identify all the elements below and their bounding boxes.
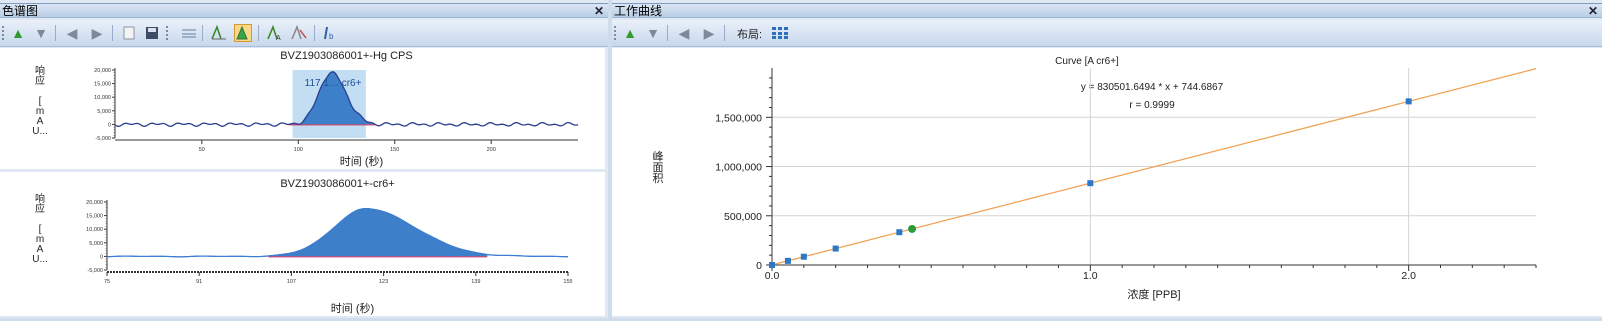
arrow-left-icon[interactable]: ◀: [63, 24, 81, 42]
toolbar-separator: [55, 25, 56, 41]
y-tick-label: 1,500,000: [715, 112, 762, 124]
arrow-right-icon[interactable]: ▶: [88, 24, 106, 42]
y-axis-label: 积: [653, 172, 664, 185]
x-tick-label: 200: [487, 147, 496, 153]
regression-equation: y = 830501.6494 * x + 744.6867: [1081, 82, 1224, 93]
cr6-chromatogram-plot[interactable]: BVZ1903086001+-cr6+响应[mAU...20,00015,000…: [0, 172, 605, 316]
working-curve-toolbar: ▲ ▼ ◀ ▶ 布局:: [612, 20, 1602, 47]
toolbar-separator: [202, 25, 203, 41]
y-tick-label: 5,000: [89, 241, 103, 247]
x-tick-label: 123: [379, 279, 388, 285]
toolbar-grip: [614, 26, 618, 40]
working-curve-titlebar: 工作曲线 ✕: [612, 3, 1602, 18]
y-axis-label: 应: [35, 202, 45, 215]
toolbar-separator: [112, 25, 113, 41]
toolbar-grip: [166, 26, 170, 40]
chromatogram-close-button[interactable]: ✕: [594, 4, 604, 19]
x-tick-label: 50: [199, 147, 205, 153]
arrow-down-icon[interactable]: ▼: [32, 24, 50, 42]
arrow-right-icon[interactable]: ▶: [700, 24, 718, 42]
working-curve-plot[interactable]: Curve [A cr6+] y = 830501.6494 * x + 744.…: [612, 48, 1602, 316]
x-axis-label: 时间 (秒): [340, 154, 383, 168]
standard-point: [769, 262, 775, 268]
y-tick-label: 10,000: [94, 95, 111, 101]
x-tick-label: 107: [287, 279, 296, 285]
x-tick-label: 1.0: [1083, 270, 1098, 282]
y-tick-label: -5,000: [87, 268, 103, 274]
chart-title: Curve [A cr6+]: [1055, 56, 1119, 67]
align-icon[interactable]: [180, 24, 198, 42]
working-curve-panel-title: 工作曲线: [614, 4, 663, 18]
x-tick-label: 75: [104, 279, 110, 285]
toolbar-grip: [2, 26, 6, 40]
x-tick-label: 150: [390, 147, 399, 153]
toolbar-separator: [258, 25, 259, 41]
chromatogram-toolbar: ▲ ▼ ◀ ▶ A b: [0, 20, 608, 47]
peak-label: 117.1… cr6+: [305, 78, 362, 89]
y-axis-label: U...: [32, 254, 48, 265]
arrow-left-icon[interactable]: ◀: [675, 24, 693, 42]
y-tick-label: 15,000: [86, 214, 103, 220]
peak-label-icon[interactable]: b: [322, 24, 340, 42]
new-page-icon[interactable]: [120, 24, 138, 42]
layout-grid-icon[interactable]: [771, 24, 789, 42]
layout-label: 布局:: [737, 29, 763, 41]
peak-integrate-icon[interactable]: [210, 24, 228, 42]
y-tick-label: 0: [756, 260, 762, 272]
save-icon[interactable]: [143, 24, 161, 42]
y-tick-label: 0: [100, 254, 103, 260]
x-tick-label: 0.0: [765, 270, 780, 282]
y-axis-label: U...: [32, 126, 48, 137]
chromatogram-title: BVZ1903086001+-cr6+: [280, 178, 394, 190]
standard-point: [1405, 98, 1412, 105]
hg-chromatogram-plot[interactable]: BVZ1903086001+-Hg CPS响应[mAU...20,00015,0…: [0, 48, 605, 169]
chromatogram-panel: 色谱图 ✕ ▲ ▼ ◀ ▶ A b BVZ1903086001+-Hg CPS …: [0, 0, 608, 318]
toolbar-separator: [667, 25, 668, 41]
peak-delete-icon[interactable]: [290, 24, 308, 42]
x-tick-label: 100: [294, 147, 303, 153]
peak-add-icon[interactable]: A: [266, 24, 284, 42]
chromatogram-panel-title: 色谱图: [2, 4, 39, 18]
x-tick-label: 91: [196, 279, 202, 285]
cr6-chromatogram: BVZ1903086001+-cr6+ 响应[m A U... 20,000 15,000…: [0, 172, 605, 316]
x-tick-label: 139: [471, 279, 480, 285]
working-curve-chart: Curve [A cr6+] y = 830501.6494 * x + 744.…: [612, 48, 1602, 316]
y-tick-label: 10,000: [86, 227, 103, 233]
arrow-up-icon[interactable]: ▲: [9, 24, 27, 42]
chromatogram-titlebar: 色谱图 ✕: [0, 3, 608, 18]
standard-point: [832, 245, 839, 252]
y-tick-label: 5,000: [97, 109, 111, 115]
working-curve-close-button[interactable]: ✕: [1588, 4, 1598, 19]
y-tick-label: 20,000: [94, 68, 111, 74]
y-axis-label: 应: [35, 74, 45, 87]
y-tick-label: 15,000: [94, 82, 111, 88]
y-tick-label: 0: [108, 122, 111, 128]
chromatogram-title: BVZ1903086001+-Hg CPS: [280, 50, 412, 62]
peak-area: [268, 208, 488, 257]
y-tick-label: -5,000: [95, 136, 111, 142]
standard-point: [1087, 180, 1094, 187]
toolbar-separator: [314, 25, 315, 41]
sample-point: [908, 224, 917, 233]
toolbar-separator: [724, 25, 725, 41]
hg-chromatogram: BVZ1903086001+-Hg CPS 响应[m A U... 20,000 15,0…: [0, 48, 605, 169]
standard-point: [784, 257, 791, 264]
standard-point: [896, 229, 903, 236]
x-axis-label: 时间 (秒): [331, 301, 374, 315]
y-tick-label: 500,000: [724, 211, 762, 223]
y-tick-label: 20,000: [86, 200, 103, 206]
y-tick-label: 1,000,000: [715, 162, 762, 174]
correlation-coefficient: r = 0.9999: [1129, 100, 1175, 111]
x-tick-label: 155: [563, 279, 572, 285]
peak-fill-icon[interactable]: [234, 24, 252, 42]
working-curve-panel: 工作曲线 ✕ ▲ ▼ ◀ ▶ 布局: Curve [A cr6+] y = 830…: [612, 0, 1602, 318]
svg-text:A: A: [276, 35, 281, 41]
arrow-down-icon[interactable]: ▼: [644, 24, 662, 42]
standard-point: [800, 253, 807, 260]
arrow-up-icon[interactable]: ▲: [621, 24, 639, 42]
x-axis-label: 浓度 [PPB]: [1127, 287, 1180, 301]
svg-text:b: b: [329, 32, 334, 41]
x-tick-label: 2.0: [1401, 270, 1416, 282]
